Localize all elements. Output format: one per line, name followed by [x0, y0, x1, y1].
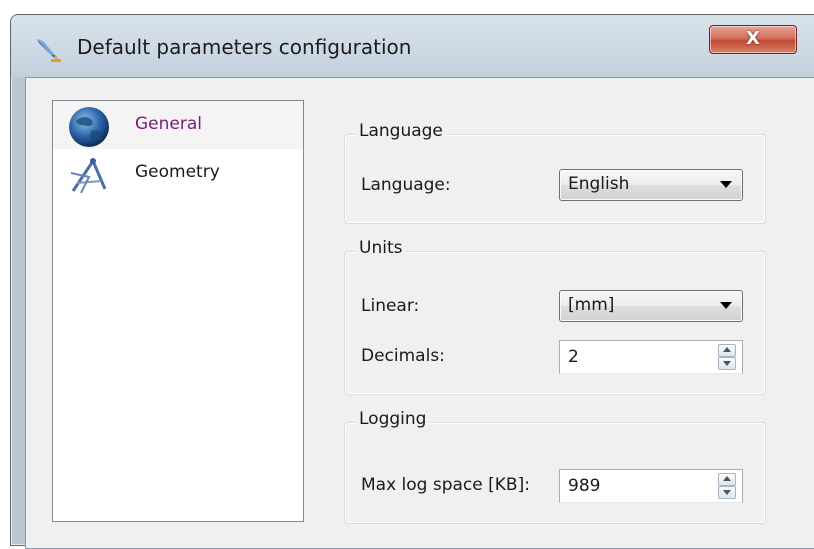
decimals-label: Decimals: — [361, 346, 445, 366]
drafting-compass-icon — [70, 157, 107, 194]
category-tree[interactable]: General Geometry — [52, 100, 304, 522]
spin-buttons — [718, 344, 736, 370]
dropdown-value: [mm] — [568, 295, 615, 315]
logging-group: Logging Max log space [KB]: 989 — [344, 409, 766, 524]
dialog-window: Default parameters configuration X Gener… — [10, 14, 814, 549]
linear-label: Linear: — [361, 296, 420, 316]
spin-up-icon[interactable] — [718, 344, 736, 357]
dropdown-value: English — [568, 174, 630, 194]
tree-item-label: General — [135, 114, 202, 134]
language-label: Language: — [361, 175, 451, 195]
group-title: Language — [355, 121, 447, 141]
decimals-spinbox[interactable]: 2 — [559, 340, 743, 374]
window-title: Default parameters configuration — [77, 35, 412, 59]
spin-down-icon[interactable] — [718, 357, 736, 370]
tree-item-general[interactable]: General — [53, 101, 303, 149]
close-button[interactable]: X — [709, 25, 797, 54]
feather-pen-icon — [37, 39, 61, 62]
spin-buttons — [718, 473, 736, 499]
globe-icon — [69, 107, 109, 147]
title-bar[interactable]: Default parameters configuration X — [11, 15, 814, 77]
tree-item-geometry[interactable]: Geometry — [53, 149, 303, 197]
max-log-space-label: Max log space [KB]: — [361, 475, 530, 495]
group-title: Units — [355, 238, 407, 258]
chevron-down-icon — [720, 302, 732, 309]
units-group: Units Linear: [mm] Decimals: 2 — [344, 238, 766, 395]
spin-up-icon[interactable] — [718, 473, 736, 486]
tree-item-label: Geometry — [135, 162, 220, 182]
spin-down-icon[interactable] — [718, 486, 736, 499]
spinbox-value: 2 — [568, 347, 579, 367]
language-dropdown[interactable]: English — [559, 169, 743, 201]
spinbox-value: 989 — [568, 476, 601, 496]
linear-units-dropdown[interactable]: [mm] — [559, 290, 743, 322]
close-icon: X — [746, 28, 760, 49]
chevron-down-icon — [720, 181, 732, 188]
language-group: Language Language: English — [344, 121, 766, 224]
group-title: Logging — [355, 409, 431, 429]
dialog-client-area: General Geometry Language Language: Engl… — [25, 77, 814, 549]
max-log-space-spinbox[interactable]: 989 — [559, 469, 743, 503]
